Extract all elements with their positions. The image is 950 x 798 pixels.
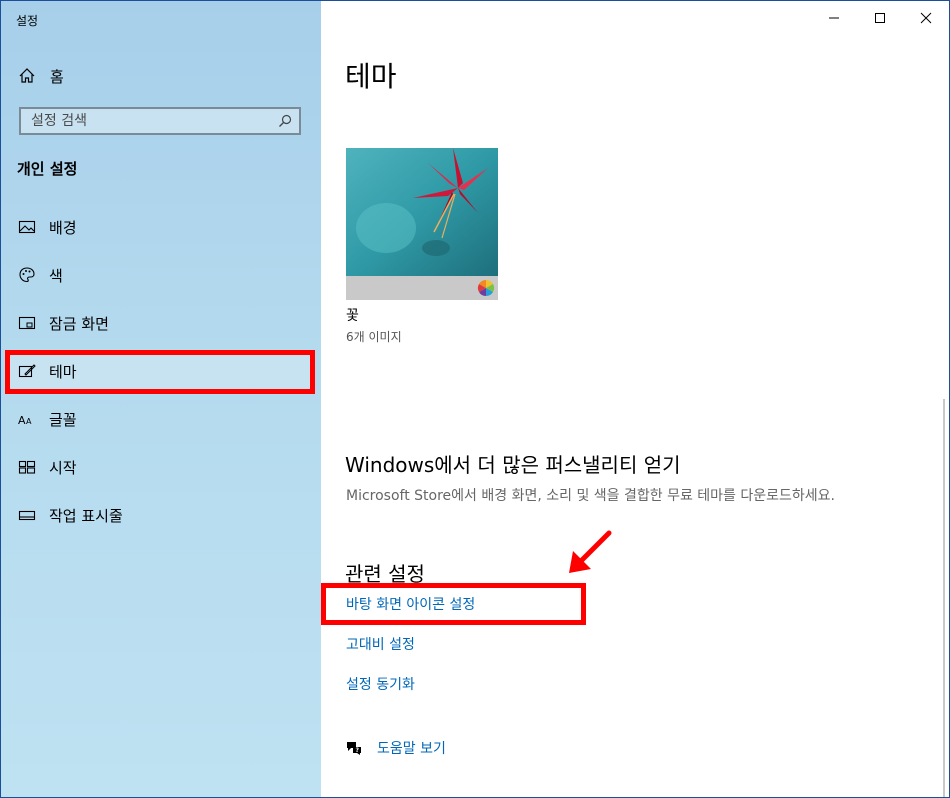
taskbar-icon bbox=[18, 506, 36, 524]
window-controls bbox=[811, 1, 949, 35]
svg-text:?: ? bbox=[356, 747, 360, 754]
sidebar-item-label: 글꼴 bbox=[49, 410, 77, 429]
sidebar-item-taskbar[interactable]: 작업 표시줄 bbox=[1, 491, 321, 539]
sidebar: 설정 홈 개인 설정 배경 색 bbox=[1, 1, 321, 797]
sidebar-item-label: 잠금 화면 bbox=[49, 314, 109, 333]
link-sync-settings[interactable]: 설정 동기화 bbox=[346, 674, 415, 694]
home-button[interactable]: 홈 bbox=[18, 64, 64, 88]
maximize-icon bbox=[875, 13, 885, 23]
sidebar-item-start[interactable]: 시작 bbox=[1, 443, 321, 491]
sidebar-item-label: 작업 표시줄 bbox=[49, 506, 123, 525]
help-chat-icon: ? bbox=[347, 742, 361, 755]
sidebar-item-label: 배경 bbox=[49, 218, 77, 237]
close-button[interactable] bbox=[903, 1, 949, 35]
search-input[interactable] bbox=[21, 112, 277, 130]
section-title: 개인 설정 bbox=[17, 160, 78, 178]
font-icon: AA bbox=[18, 410, 36, 428]
theme-thumbnail[interactable] bbox=[346, 148, 498, 300]
lock-screen-icon bbox=[18, 314, 36, 332]
home-icon bbox=[19, 68, 35, 83]
close-icon bbox=[920, 12, 932, 24]
minimize-button[interactable] bbox=[811, 1, 857, 35]
sidebar-item-background[interactable]: 배경 bbox=[1, 203, 321, 251]
get-more-heading: Windows에서 더 많은 퍼스낼리티 얻기 bbox=[345, 453, 681, 477]
flower-wallpaper-image bbox=[346, 148, 498, 300]
theme-image-count: 6개 이미지 bbox=[346, 330, 402, 344]
sidebar-item-color[interactable]: 색 bbox=[1, 251, 321, 299]
maximize-button[interactable] bbox=[857, 1, 903, 35]
sidebar-item-theme[interactable]: 테마 bbox=[1, 347, 321, 395]
sidebar-item-lock-screen[interactable]: 잠금 화면 bbox=[1, 299, 321, 347]
start-icon bbox=[18, 458, 36, 476]
get-more-description: Microsoft Store에서 배경 화면, 소리 및 색을 결합한 무료 … bbox=[346, 488, 835, 504]
sidebar-item-fonts[interactable]: AA 글꼴 bbox=[1, 395, 321, 443]
search-box[interactable] bbox=[19, 107, 301, 135]
settings-window: 설정 홈 개인 설정 배경 색 bbox=[0, 0, 950, 798]
theme-icon bbox=[18, 362, 36, 380]
page-title: 테마 bbox=[345, 60, 397, 93]
help-label: 도움말 보기 bbox=[377, 741, 446, 757]
svg-text:A: A bbox=[26, 417, 32, 426]
scrollbar[interactable] bbox=[943, 399, 945, 797]
palette-icon bbox=[18, 266, 36, 284]
sidebar-item-label: 색 bbox=[49, 266, 63, 285]
svg-text:A: A bbox=[18, 414, 26, 427]
main-content: 테마 꽃 6개 이미지 Windows에서 더 많은 퍼스낼리티 얻기 Micr… bbox=[321, 1, 949, 797]
link-desktop-icon-settings[interactable]: 바탕 화면 아이콘 설정 bbox=[346, 594, 475, 614]
image-icon bbox=[18, 218, 36, 236]
theme-name: 꽃 bbox=[346, 308, 359, 324]
help-link[interactable]: ? 도움말 보기 bbox=[345, 738, 446, 758]
home-label: 홈 bbox=[50, 67, 64, 86]
minimize-icon bbox=[829, 17, 839, 19]
link-high-contrast-settings[interactable]: 고대비 설정 bbox=[346, 634, 415, 654]
sidebar-item-label: 시작 bbox=[49, 458, 77, 477]
search-icon[interactable] bbox=[277, 113, 293, 129]
window-title: 설정 bbox=[16, 14, 39, 28]
red-arrow-annotation bbox=[569, 530, 612, 573]
sidebar-item-label: 테마 bbox=[49, 362, 77, 381]
